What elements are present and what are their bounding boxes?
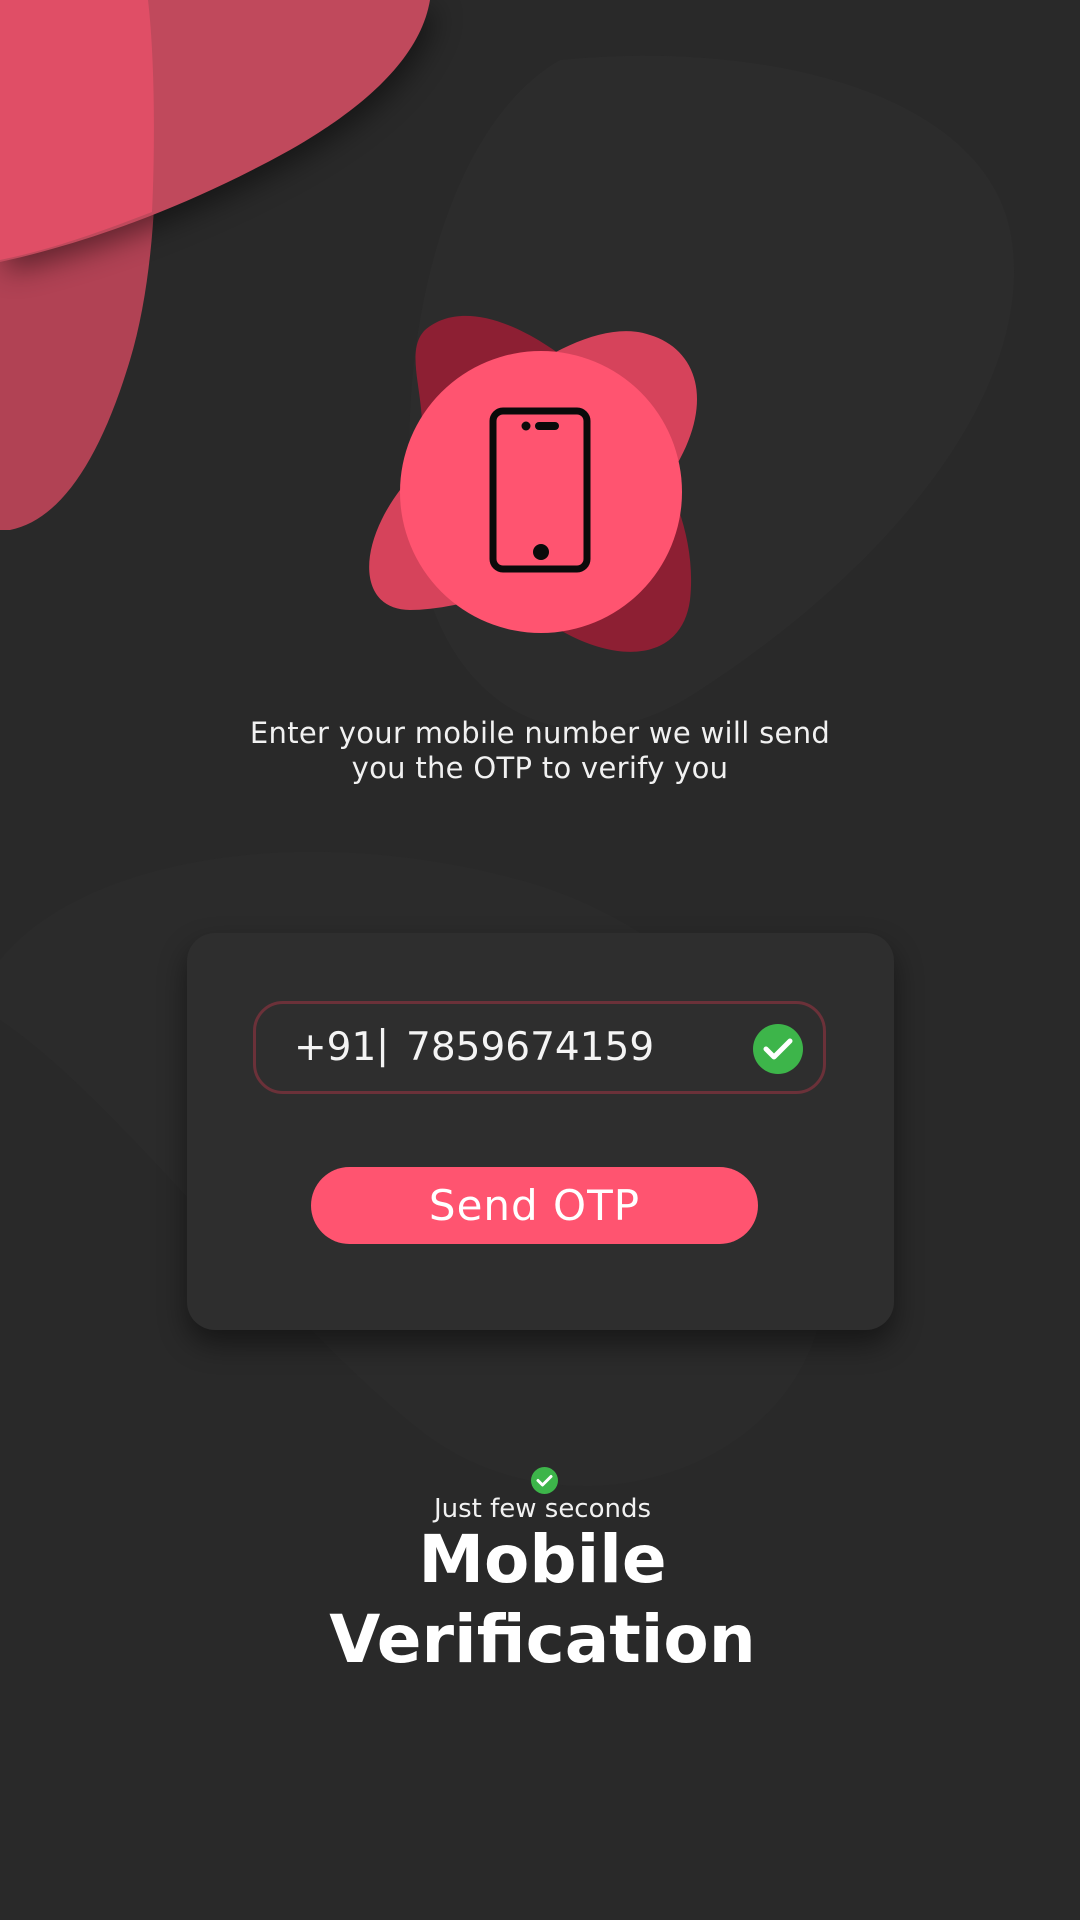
instruction-line-2: you the OTP to verify you bbox=[351, 751, 729, 785]
check-circle-icon bbox=[531, 1467, 558, 1494]
country-code-separator: | bbox=[376, 1023, 390, 1068]
verification-card: +91 | Send OTP bbox=[187, 933, 894, 1330]
page-title-line-2: Verification bbox=[329, 1601, 756, 1678]
check-circle-icon bbox=[753, 1024, 803, 1074]
country-code[interactable]: +91 bbox=[294, 1004, 376, 1091]
instruction-text: Enter your mobile number we will send yo… bbox=[190, 716, 890, 786]
mobile-verification-screen: Enter your mobile number we will send yo… bbox=[0, 0, 1080, 1920]
hero-illustration bbox=[360, 310, 720, 680]
instruction-line-1: Enter your mobile number we will send bbox=[249, 716, 831, 750]
send-otp-button[interactable]: Send OTP bbox=[311, 1167, 758, 1244]
phone-number-input[interactable] bbox=[406, 1004, 706, 1091]
page-title: Mobile Verification bbox=[240, 1520, 845, 1680]
page-title-line-1: Mobile bbox=[418, 1521, 667, 1598]
phone-number-field[interactable]: +91 | bbox=[253, 1001, 826, 1094]
hero-circle bbox=[400, 351, 682, 633]
